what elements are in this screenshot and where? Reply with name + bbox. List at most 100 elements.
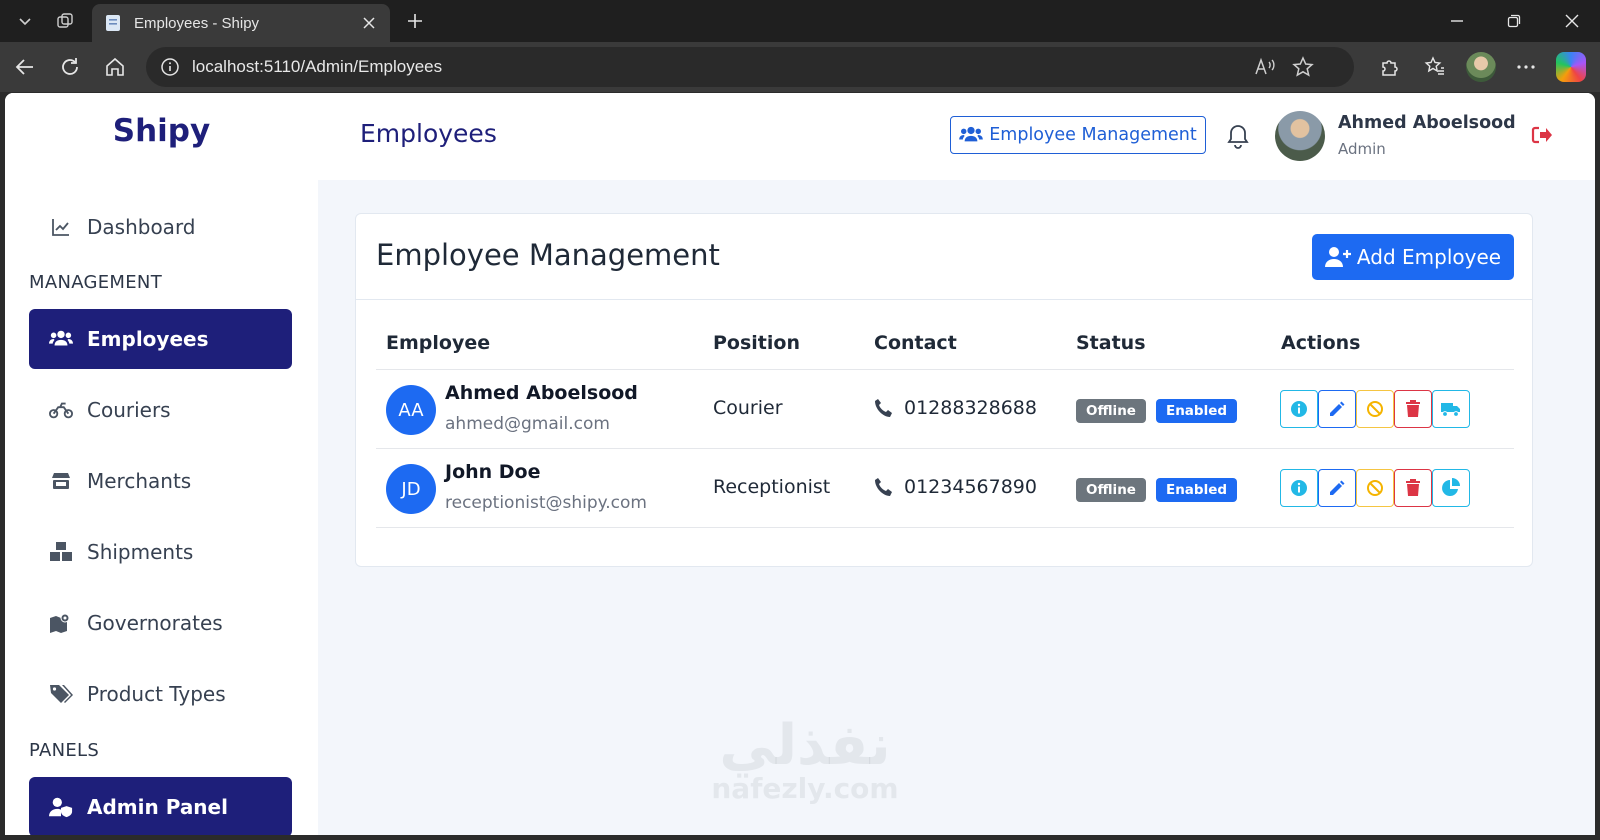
status-badge-offline: Offline — [1076, 399, 1146, 423]
logout-button[interactable] — [1530, 123, 1554, 147]
close-icon — [363, 17, 375, 29]
workspaces-icon — [57, 13, 73, 28]
brand-logo[interactable]: Shipy — [5, 113, 318, 149]
employee-initials-avatar: JD — [386, 464, 436, 514]
courier-assign-button[interactable] — [1432, 390, 1470, 428]
plus-icon — [408, 14, 422, 28]
motorcycle-icon — [49, 398, 73, 422]
column-header-employee: Employee — [386, 332, 491, 354]
page-favicon-icon — [106, 15, 120, 31]
copilot-icon[interactable] — [1556, 52, 1586, 82]
sidebar-item-label: Governorates — [87, 611, 223, 635]
sidebar-item-admin-panel[interactable]: Admin Panel — [29, 777, 292, 835]
ban-icon — [1367, 480, 1383, 496]
app-window: Shipy Dashboard MANAGEMENT Employees Cou… — [5, 93, 1595, 835]
edit-employee-button[interactable] — [1318, 469, 1356, 507]
delete-employee-button[interactable] — [1394, 469, 1432, 507]
favorites-button[interactable] — [1420, 52, 1450, 82]
employee-management-card: Employee Management Add Employee Employe… — [355, 213, 1533, 567]
card-title: Employee Management — [376, 238, 720, 272]
sidebar-item-dashboard[interactable]: Dashboard — [29, 197, 292, 257]
sidebar-item-merchants[interactable]: Merchants — [29, 451, 292, 511]
boxes-icon — [49, 540, 73, 564]
more-menu-button[interactable] — [1511, 52, 1541, 82]
more-horizontal-icon — [1517, 65, 1535, 69]
employee-phone: 01288328688 — [904, 397, 1037, 419]
view-details-button[interactable] — [1280, 390, 1318, 428]
favorite-star-button[interactable] — [1288, 52, 1318, 82]
restore-icon — [1507, 14, 1521, 28]
top-header: Employees Employee Management Ahmed Aboe… — [318, 93, 1595, 180]
new-tab-button[interactable] — [400, 6, 430, 36]
watermark: نفذلي nafezly.com — [685, 713, 925, 805]
reports-button[interactable] — [1432, 469, 1470, 507]
trash-icon — [1406, 400, 1420, 417]
user-avatar[interactable] — [1275, 111, 1325, 161]
edit-employee-button[interactable] — [1318, 390, 1356, 428]
browser-address-bar: localhost:5110/Admin/Employees — [0, 42, 1600, 92]
trash-icon — [1406, 479, 1420, 496]
url-bar[interactable]: localhost:5110/Admin/Employees — [146, 47, 1354, 87]
users-icon — [49, 327, 73, 351]
browser-profile-avatar[interactable] — [1466, 52, 1496, 82]
user-name: Ahmed Aboelsood — [1338, 113, 1516, 133]
column-header-contact: Contact — [874, 332, 957, 354]
extensions-button[interactable] — [1375, 52, 1405, 82]
read-aloud-button[interactable] — [1250, 52, 1280, 82]
pencil-icon — [1330, 401, 1345, 416]
sidebar-item-label: Shipments — [87, 540, 194, 564]
tab-list-button[interactable] — [10, 6, 40, 36]
sidebar-item-label: Product Types — [87, 682, 226, 706]
home-button[interactable] — [100, 52, 130, 82]
tab-title: Employees - Shipy — [134, 14, 260, 32]
employee-phone: 01234567890 — [904, 476, 1037, 498]
sidebar-item-label: Couriers — [87, 398, 171, 422]
info-circle-icon[interactable] — [160, 57, 180, 77]
add-employee-button[interactable]: Add Employee — [1312, 234, 1514, 280]
puzzle-icon — [1382, 60, 1398, 76]
employee-management-button[interactable]: Employee Management — [950, 116, 1206, 154]
sidebar-item-employees[interactable]: Employees — [29, 309, 292, 369]
view-details-button[interactable] — [1280, 469, 1318, 507]
reload-icon — [62, 58, 78, 75]
close-tab-button[interactable] — [360, 14, 378, 32]
column-header-position: Position — [713, 332, 800, 354]
sidebar-item-label: Dashboard — [87, 215, 196, 239]
favorites-list-icon — [1424, 56, 1444, 75]
user-role: Admin — [1338, 140, 1386, 158]
chart-pie-icon — [1442, 478, 1460, 496]
tags-icon — [49, 682, 73, 706]
phone-icon — [874, 397, 894, 419]
sidebar-item-label: Employees — [87, 327, 209, 351]
table-row: JD John Doe receptionist@shipy.com Recep… — [376, 448, 1514, 528]
column-header-status: Status — [1076, 332, 1146, 354]
page-title: Employees — [360, 119, 497, 148]
back-button[interactable] — [10, 52, 40, 82]
minimize-button[interactable] — [1429, 0, 1485, 42]
sidebar-item-shipments[interactable]: Shipments — [29, 522, 292, 582]
disable-employee-button[interactable] — [1356, 469, 1394, 507]
browser-tab-active[interactable]: Employees - Shipy — [92, 4, 390, 42]
chart-line-icon — [49, 215, 73, 239]
sidebar: Shipy Dashboard MANAGEMENT Employees Cou… — [5, 93, 318, 835]
star-icon — [1292, 56, 1314, 77]
url-text[interactable]: localhost:5110/Admin/Employees — [192, 57, 442, 77]
employee-name: John Doe — [445, 461, 541, 483]
chevron-down-icon — [19, 18, 31, 26]
bell-icon — [1227, 125, 1249, 149]
reload-button[interactable] — [55, 52, 85, 82]
delete-employee-button[interactable] — [1394, 390, 1432, 428]
employee-name: Ahmed Aboelsood — [445, 382, 638, 404]
employee-email: receptionist@shipy.com — [445, 493, 647, 513]
ban-icon — [1367, 401, 1383, 417]
sidebar-item-governorates[interactable]: Governorates — [29, 593, 292, 653]
browser-tab-bar: Employees - Shipy — [0, 0, 1600, 42]
disable-employee-button[interactable] — [1356, 390, 1394, 428]
workspaces-button[interactable] — [50, 6, 80, 36]
restore-button[interactable] — [1486, 0, 1542, 42]
sidebar-item-product-types[interactable]: Product Types — [29, 664, 292, 724]
employee-initials-avatar: AA — [386, 385, 436, 435]
notifications-button[interactable] — [1225, 121, 1251, 151]
close-window-button[interactable] — [1544, 0, 1600, 42]
sidebar-item-couriers[interactable]: Couriers — [29, 380, 292, 440]
